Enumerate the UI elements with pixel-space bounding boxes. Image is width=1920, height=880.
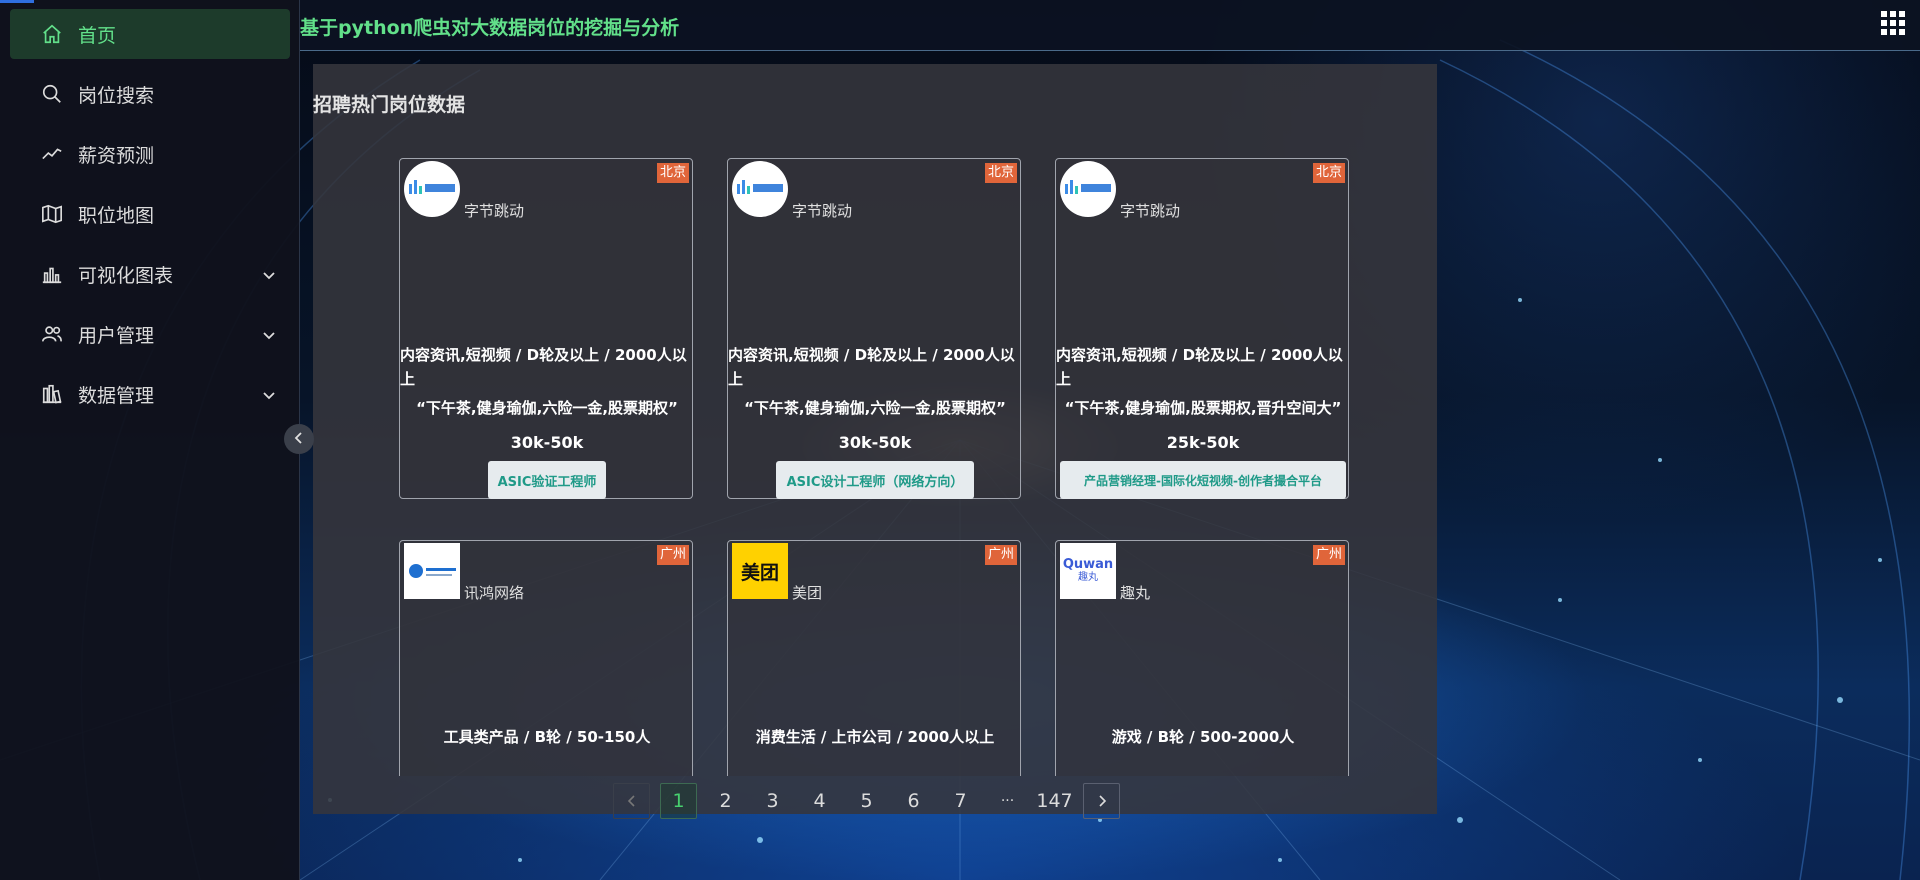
page-button-4[interactable]: 4: [801, 783, 838, 819]
city-badge: 北京: [656, 163, 689, 183]
chevron-down-icon: [262, 386, 276, 408]
sidebar-item-label: 用户管理: [78, 324, 155, 347]
city-badge: 广州: [984, 545, 1017, 565]
chevron-down-icon: [262, 266, 276, 288]
company-logo-bytedance: [1060, 161, 1116, 217]
panel-title: 招聘热门岗位数据: [313, 94, 466, 116]
top-accent-bar: [0, 0, 34, 3]
page-button-1[interactable]: 1: [660, 783, 697, 819]
chevron-right-icon: [1098, 795, 1106, 807]
sidebar-item-charts[interactable]: 可视化图表: [10, 249, 290, 299]
job-card[interactable]: Quwan 趣丸 趣丸 广州 游戏 / B轮 / 500-2000人: [1055, 540, 1349, 776]
company-logo-bytedance: [732, 161, 788, 217]
sidebar: 首页 岗位搜索 薪资预测 职位地图 可视化图表 用户管理 数据管理: [0, 0, 300, 880]
chevron-left-icon: [627, 795, 635, 807]
company-info: 内容资讯,短视频 / D轮及以上 / 2000人以上: [400, 346, 687, 388]
sidebar-item-label: 数据管理: [78, 384, 155, 407]
job-title-tag[interactable]: ASIC验证工程师: [488, 461, 606, 499]
bar-chart-icon: [40, 262, 64, 286]
hot-jobs-panel: 招聘热门岗位数据 字节跳动 北京 内容资讯,短视频 / D轮及以上 / 2000…: [313, 64, 1437, 814]
home-icon: [40, 22, 64, 46]
company-info: 游戏 / B轮 / 500-2000人: [1111, 728, 1295, 746]
logo-wordmark: Quwan: [1062, 557, 1114, 572]
job-cards-scroll-area[interactable]: 字节跳动 北京 内容资讯,短视频 / D轮及以上 / 2000人以上 “下午茶,…: [399, 158, 1349, 776]
page-button-2[interactable]: 2: [707, 783, 744, 819]
top-header: 基于python爬虫对大数据岗位的挖掘与分析: [300, 0, 1920, 51]
sidebar-collapse-button[interactable]: [284, 424, 314, 454]
sidebar-item-label: 薪资预测: [78, 144, 155, 167]
salary-text: 30k-50k: [510, 433, 584, 452]
page-button-3[interactable]: 3: [754, 783, 791, 819]
data-icon: [40, 382, 64, 406]
next-page-button[interactable]: [1083, 783, 1120, 819]
job-card[interactable]: 字节跳动 北京 内容资讯,短视频 / D轮及以上 / 2000人以上 “下午茶,…: [399, 158, 693, 499]
app-title: 基于python爬虫对大数据岗位的挖掘与分析: [300, 17, 680, 39]
sidebar-item-data-management[interactable]: 数据管理: [10, 369, 290, 419]
page-button-7[interactable]: 7: [942, 783, 979, 819]
city-badge: 广州: [1312, 545, 1345, 565]
company-name: 字节跳动: [792, 202, 853, 220]
sidebar-item-salary-prediction[interactable]: 薪资预测: [10, 129, 290, 179]
prev-page-button[interactable]: [613, 783, 650, 819]
company-info: 内容资讯,短视频 / D轮及以上 / 2000人以上: [1056, 346, 1343, 388]
page-button-6[interactable]: 6: [895, 783, 932, 819]
city-badge: 广州: [656, 545, 689, 565]
salary-text: 30k-50k: [838, 433, 912, 452]
chevron-down-icon: [262, 326, 276, 348]
page-button-last[interactable]: 147: [1036, 783, 1073, 819]
sidebar-item-label: 可视化图表: [78, 264, 174, 287]
welfare-text: “下午茶,健身瑜伽,六险一金,股票期权”: [744, 399, 1006, 417]
company-logo-bytedance: [404, 161, 460, 217]
job-card[interactable]: 美团 美团 广州 消费生活 / 上市公司 / 2000人以上: [727, 540, 1021, 776]
job-card[interactable]: 字节跳动 北京 内容资讯,短视频 / D轮及以上 / 2000人以上 “下午茶,…: [1055, 158, 1349, 499]
page-ellipsis[interactable]: ···: [989, 783, 1026, 819]
company-logo-xunhong: [404, 543, 460, 599]
company-name: 字节跳动: [464, 202, 525, 220]
job-card[interactable]: 讯鸿网络 广州 工具类产品 / B轮 / 50-150人: [399, 540, 693, 776]
sidebar-item-user-management[interactable]: 用户管理: [10, 309, 290, 359]
salary-text: 25k-50k: [1166, 433, 1240, 452]
sidebar-item-job-map[interactable]: 职位地图: [10, 189, 290, 239]
company-name: 字节跳动: [1120, 202, 1181, 220]
city-badge: 北京: [1312, 163, 1345, 183]
trend-line-icon: [40, 142, 64, 166]
logo-subtext: 趣丸: [1078, 572, 1098, 583]
company-info: 内容资讯,短视频 / D轮及以上 / 2000人以上: [728, 346, 1015, 388]
company-logo-quwan: Quwan 趣丸: [1060, 543, 1116, 599]
company-logo-meituan: 美团: [732, 543, 788, 599]
sidebar-item-label: 首页: [78, 24, 117, 47]
search-icon: [40, 82, 64, 106]
pagination: 1 2 3 4 5 6 7 ··· 147: [613, 783, 1130, 819]
company-info: 工具类产品 / B轮 / 50-150人: [443, 728, 651, 746]
job-card[interactable]: 字节跳动 北京 内容资讯,短视频 / D轮及以上 / 2000人以上 “下午茶,…: [727, 158, 1021, 499]
company-name: 趣丸: [1120, 584, 1151, 602]
chevron-left-icon: [292, 430, 306, 449]
sidebar-item-label: 岗位搜索: [78, 84, 155, 107]
sidebar-item-job-search[interactable]: 岗位搜索: [10, 69, 290, 119]
map-icon: [40, 202, 64, 226]
welfare-text: “下午茶,健身瑜伽,股票期权,晋升空间大”: [1064, 399, 1342, 417]
company-name: 讯鸿网络: [464, 584, 525, 602]
apps-grid-icon[interactable]: [1880, 10, 1906, 40]
city-badge: 北京: [984, 163, 1017, 183]
job-title-tag[interactable]: 产品营销经理-国际化短视频-创作者撮合平台: [1060, 461, 1346, 499]
job-title-tag[interactable]: ASIC设计工程师（网络方向）: [776, 461, 974, 499]
users-icon: [40, 322, 64, 346]
welfare-text: “下午茶,健身瑜伽,六险一金,股票期权”: [416, 399, 678, 417]
company-name: 美团: [792, 584, 823, 602]
page-button-5[interactable]: 5: [848, 783, 885, 819]
company-info: 消费生活 / 上市公司 / 2000人以上: [755, 728, 995, 746]
sidebar-item-label: 职位地图: [78, 204, 155, 227]
sidebar-item-home[interactable]: 首页: [10, 9, 290, 59]
